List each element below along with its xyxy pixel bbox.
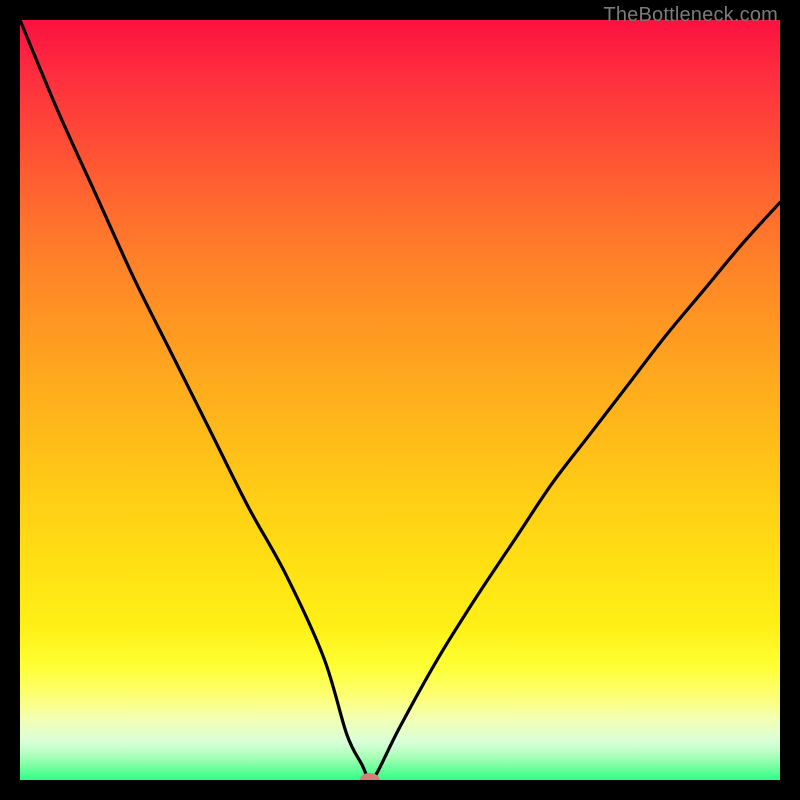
plot-area — [20, 20, 780, 780]
curve-path — [20, 20, 780, 780]
curve-svg — [20, 20, 780, 780]
chart-container: TheBottleneck.com — [0, 0, 800, 800]
bottleneck-curve — [20, 20, 780, 780]
watermark-text: TheBottleneck.com — [603, 4, 778, 27]
